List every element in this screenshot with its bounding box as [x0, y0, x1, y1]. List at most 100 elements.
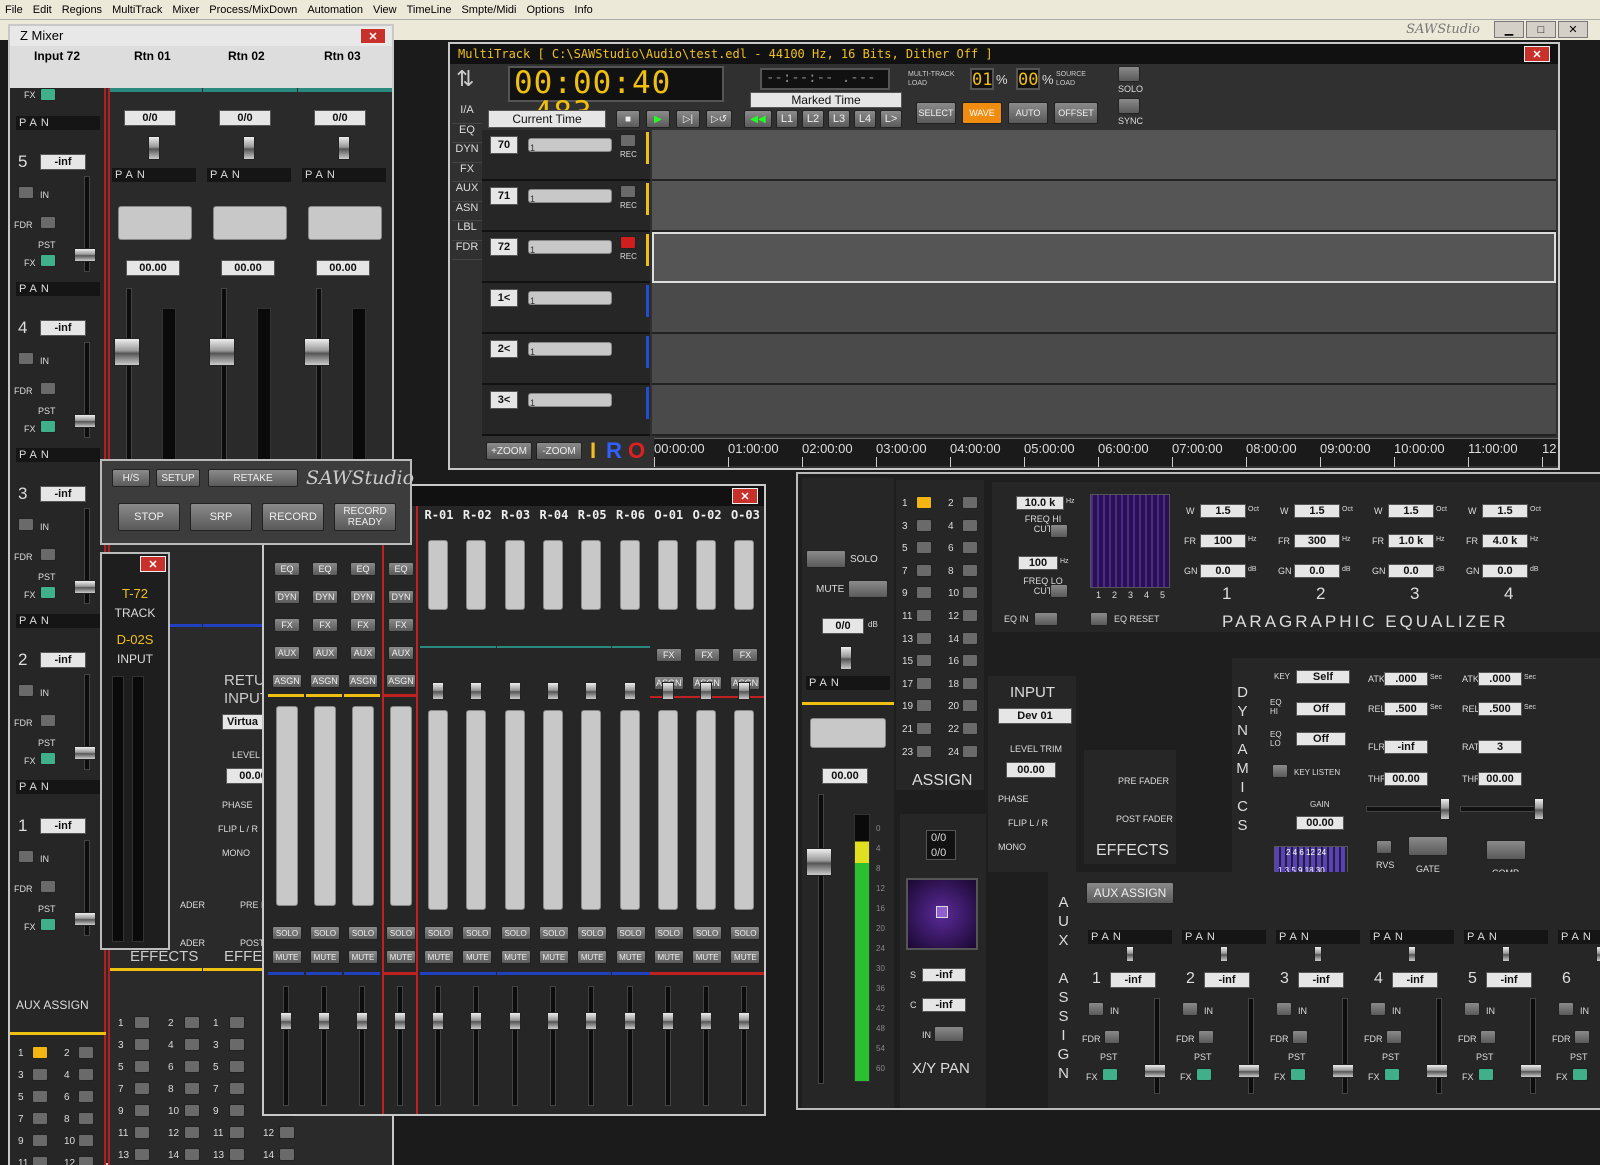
assign-button[interactable]: [78, 1112, 94, 1125]
r-mode-button[interactable]: R: [606, 438, 622, 464]
menu-view[interactable]: View: [368, 4, 402, 16]
rtn-label-button[interactable]: [308, 206, 382, 240]
aux-fader-knob[interactable]: [1520, 1064, 1542, 1078]
assign-button[interactable]: [229, 1016, 245, 1029]
band-freq-value[interactable]: 300: [1294, 534, 1340, 548]
assign-button[interactable]: [184, 1060, 200, 1073]
threshold-value[interactable]: 00.00: [1384, 772, 1428, 786]
asgn-button[interactable]: ASGN: [272, 674, 302, 688]
retake-button[interactable]: RETAKE: [208, 469, 298, 487]
pan-control[interactable]: PAN: [16, 780, 100, 794]
output-fader-slot[interactable]: [428, 710, 448, 910]
phase-button[interactable]: PHASE: [998, 794, 1029, 804]
assign-button[interactable]: [229, 1104, 245, 1117]
channel-fader-knob[interactable]: [806, 848, 832, 876]
record-arm-button[interactable]: [620, 185, 636, 198]
minimize-button[interactable]: ▁: [1494, 21, 1524, 38]
solo-button[interactable]: SOLO: [272, 926, 302, 940]
assign-button[interactable]: [916, 722, 932, 735]
fader-knob[interactable]: [432, 1012, 444, 1030]
output-fader-slot[interactable]: [734, 710, 755, 910]
solo-button[interactable]: SOLO: [653, 926, 684, 940]
freq-lo-cut-value[interactable]: 100: [1018, 556, 1058, 570]
assign-button[interactable]: [916, 744, 932, 758]
output-label-button[interactable]: [581, 540, 602, 610]
level-trim-value[interactable]: 00.00: [1006, 762, 1056, 778]
output-label-button[interactable]: [657, 540, 678, 610]
assign-button[interactable]: [184, 1126, 200, 1139]
aux-pan-control[interactable]: PAN: [1558, 930, 1600, 944]
rat-value[interactable]: 3: [1478, 740, 1522, 754]
aux-fader-knob[interactable]: [74, 746, 96, 760]
rtn-pan-knob[interactable]: [243, 136, 255, 160]
assign-button[interactable]: [78, 1134, 94, 1147]
eq-in-button[interactable]: [1034, 612, 1058, 626]
mono-button[interactable]: MONO: [998, 842, 1026, 852]
track-name-field[interactable]: [528, 342, 612, 356]
offset-button[interactable]: OFFSET: [1054, 102, 1098, 124]
solo-button[interactable]: SOLO: [615, 926, 646, 940]
mute-toggle[interactable]: [848, 580, 888, 598]
in-button[interactable]: [18, 684, 34, 697]
solo-button[interactable]: SOLO: [386, 926, 416, 940]
in-button[interactable]: [18, 186, 34, 199]
aux-fx-button[interactable]: [1196, 1068, 1212, 1081]
phase-label[interactable]: PHASE: [222, 800, 253, 810]
rtn-pan-value[interactable]: 0/0: [124, 110, 176, 126]
aux-fdr-button[interactable]: [1574, 1030, 1590, 1044]
rtn-pan-label[interactable]: PAN: [112, 168, 196, 182]
aux-send-value[interactable]: -inf: [1392, 972, 1438, 988]
side-nav-lbl[interactable]: LBL: [452, 221, 482, 241]
rtn-fader-knob[interactable]: [304, 338, 330, 366]
locator-1-button[interactable]: L1: [776, 110, 798, 128]
output-label-button[interactable]: [619, 540, 640, 610]
fx-button[interactable]: FX: [350, 618, 376, 632]
aux-fx-button[interactable]: [1478, 1068, 1494, 1081]
aux-pan-control[interactable]: PAN: [1464, 930, 1548, 944]
assign-button[interactable]: [184, 1148, 200, 1161]
aux-pan-control[interactable]: PAN: [1276, 930, 1360, 944]
band-gain-value[interactable]: 0.0: [1482, 564, 1528, 578]
fx-button[interactable]: FX: [388, 618, 414, 632]
aux-fx-button[interactable]: [1572, 1068, 1588, 1081]
threshold-slider-knob[interactable]: [1534, 798, 1544, 820]
aux-level-value[interactable]: -inf: [40, 486, 86, 502]
fx-button[interactable]: [40, 254, 56, 267]
attack-value[interactable]: .000: [1478, 672, 1522, 686]
flip-button[interactable]: FLIP L / R: [1008, 818, 1048, 828]
output-label-button[interactable]: [428, 540, 448, 610]
mute-button[interactable]: MUTE: [577, 950, 608, 964]
aux-send-value[interactable]: -inf: [1110, 972, 1156, 988]
pan-knob[interactable]: [470, 682, 483, 700]
solo-button[interactable]: SOLO: [692, 926, 723, 940]
aux-in-button[interactable]: [1088, 1002, 1104, 1016]
wave-button[interactable]: WAVE: [962, 102, 1002, 124]
menu-multitrack[interactable]: MultiTrack: [107, 4, 167, 16]
menu-edit[interactable]: Edit: [28, 4, 57, 16]
aux-level-value[interactable]: -inf: [40, 818, 86, 834]
assign-button[interactable]: [78, 1046, 94, 1059]
key-select[interactable]: Self: [1296, 670, 1350, 684]
auto-button[interactable]: AUTO: [1008, 102, 1048, 124]
hs-button[interactable]: H/S: [112, 469, 150, 487]
aux-level-value[interactable]: -inf: [40, 154, 86, 170]
dyn-button[interactable]: DYN: [388, 590, 414, 604]
aux-fdr-button[interactable]: [1480, 1030, 1496, 1044]
gate-button[interactable]: [1408, 836, 1448, 856]
scroll-arrows-icon[interactable]: ⇅: [456, 66, 474, 92]
step-button[interactable]: ▷|: [676, 110, 700, 128]
track-name-field[interactable]: [528, 240, 612, 254]
aux-fdr-button[interactable]: [1104, 1030, 1120, 1044]
mute-button[interactable]: MUTE: [386, 950, 416, 964]
pan-knob[interactable]: [738, 682, 751, 700]
aux-pan-control[interactable]: PAN: [1370, 930, 1454, 944]
eq-button[interactable]: EQ: [274, 562, 300, 576]
assign-button[interactable]: [184, 1016, 200, 1029]
pan-knob[interactable]: [700, 682, 713, 700]
fader-knob[interactable]: [318, 1012, 330, 1030]
aux-fader-knob[interactable]: [1426, 1064, 1448, 1078]
assign-button[interactable]: [229, 1082, 245, 1095]
side-nav-eq[interactable]: EQ: [452, 124, 482, 143]
asgn-button[interactable]: ASGN: [386, 674, 416, 688]
rtn-pan-label[interactable]: PAN: [302, 168, 386, 182]
